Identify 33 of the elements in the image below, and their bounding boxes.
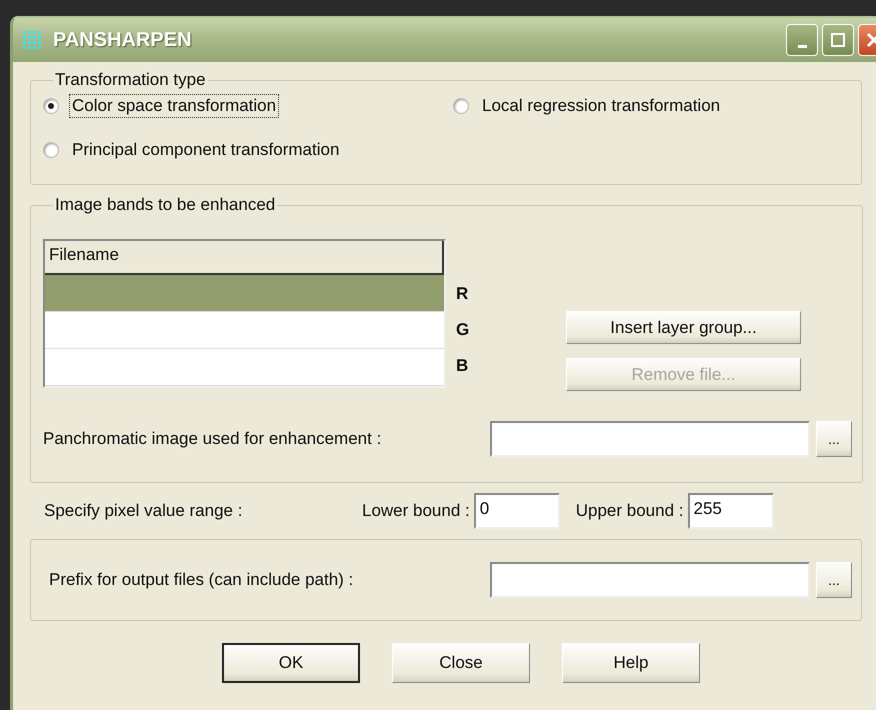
radio-option[interactable]: Principal component transformation <box>43 138 453 162</box>
grid-icon <box>21 29 43 51</box>
browse-button[interactable]: ... <box>816 562 852 598</box>
input-field[interactable] <box>490 562 810 598</box>
dialog-button[interactable]: Help <box>562 643 700 683</box>
band-label: R <box>456 283 470 304</box>
radio-option[interactable]: Local regression transformation <box>453 94 849 118</box>
field-label: Upper bound : <box>576 501 684 521</box>
radio-button[interactable] <box>453 98 469 114</box>
table-row[interactable] <box>45 275 444 312</box>
group-label: Image bands to be enhanced <box>54 195 276 215</box>
minimize-icon <box>798 44 806 48</box>
field-label: Lower bound : <box>362 501 470 521</box>
input-field[interactable]: 255 <box>688 493 774 529</box>
field-label: Prefix for output files (can include path) : <box>48 570 354 590</box>
radio-button[interactable] <box>43 98 59 114</box>
dialog-button[interactable]: OK <box>222 643 360 683</box>
maximize-icon <box>830 32 846 48</box>
column-header[interactable]: Filename <box>45 241 444 275</box>
group-label: Transformation type <box>54 70 207 90</box>
dialog-button[interactable]: Close <box>392 643 530 683</box>
maximize-button[interactable] <box>822 24 854 56</box>
field-label: Specify pixel value range : <box>44 501 244 521</box>
band-label: G <box>456 319 470 340</box>
input-field[interactable]: 0 <box>474 493 560 529</box>
browse-button[interactable]: ... <box>816 421 852 457</box>
input-field[interactable] <box>490 421 810 457</box>
radio-button[interactable] <box>43 142 59 158</box>
minimize-button[interactable] <box>786 24 818 56</box>
band-label: B <box>456 355 470 376</box>
action-button[interactable]: Insert layer group... <box>566 311 801 344</box>
window-title: PANSHARPEN <box>53 28 192 52</box>
field-label: Panchromatic image used for enhancement : <box>43 429 382 449</box>
